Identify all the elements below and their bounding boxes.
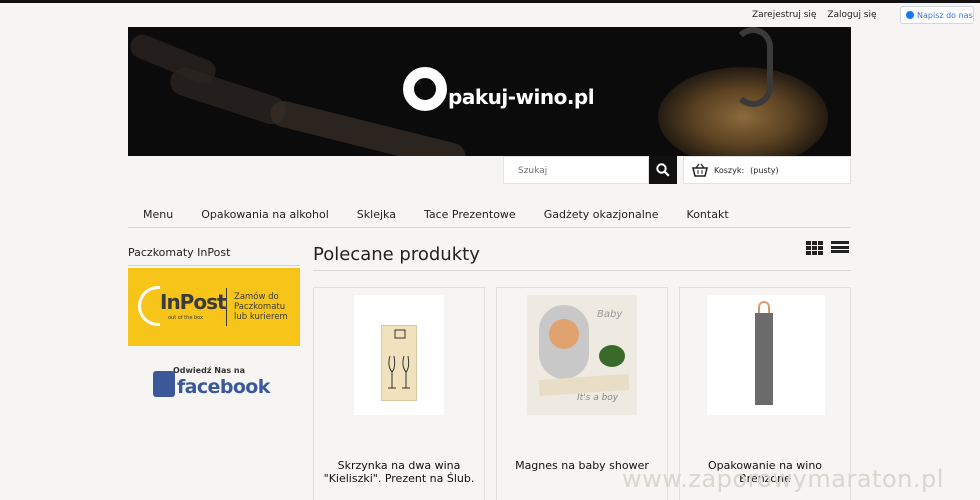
- menu-item-sklejka[interactable]: Sklejka: [343, 208, 410, 227]
- felt-bag-image: [755, 313, 773, 405]
- inpost-brand: InPost: [160, 290, 227, 314]
- facebook-wordmark: facebook: [177, 376, 270, 398]
- baby-face: [549, 319, 579, 349]
- logo-text: pakuj-wino.pl: [448, 85, 595, 109]
- site-logo[interactable]: pakuj-wino.pl: [403, 67, 595, 111]
- inpost-divider: [226, 288, 227, 326]
- top-border: [0, 0, 980, 3]
- inpost-cta-line: Zamów do: [234, 292, 279, 302]
- watermark: www.zaporowymaraton.pl: [622, 465, 944, 493]
- write-to-us-label: Napisz do nas: [917, 10, 973, 20]
- baby-magnet-image: Baby It's a boy: [527, 295, 637, 415]
- search-input[interactable]: [518, 166, 638, 176]
- search-field[interactable]: [503, 156, 649, 184]
- title-divider: [313, 270, 851, 271]
- grid-view-icon[interactable]: [806, 241, 823, 255]
- leaf-decoration: [599, 345, 625, 367]
- messenger-icon: [906, 11, 914, 19]
- inpost-tagline: out of the box: [168, 315, 204, 321]
- sidebar-title: Paczkomaty InPost: [128, 246, 300, 266]
- main-menu: Menu Opakowania na alkohol Sklejka Tace …: [128, 208, 851, 228]
- logo-ring-icon: [403, 67, 447, 111]
- cart-button[interactable]: Koszyk: (pusty): [683, 156, 851, 184]
- inpost-cta-line: lub kurierem: [234, 312, 288, 322]
- menu-item-kontakt[interactable]: Kontakt: [673, 208, 743, 227]
- inpost-cta-line: Paczkomatu: [234, 302, 286, 312]
- menu-item-gadzety[interactable]: Gadżety okazjonalne: [530, 208, 673, 227]
- menu-item-tace[interactable]: Tace Prezentowe: [410, 208, 530, 227]
- facebook-banner[interactable]: Odwiedź Nas na facebook: [153, 366, 274, 398]
- header-banner[interactable]: pakuj-wino.pl: [128, 27, 851, 156]
- product-name[interactable]: Skrzynka na dwa wina "Kieliszki". Prezen…: [320, 459, 478, 485]
- inpost-cta: Zamów do Paczkomatu lub kurierem: [234, 292, 288, 322]
- search-icon: [656, 163, 670, 177]
- inpost-sun-icon: [138, 286, 160, 326]
- product-image[interactable]: [354, 295, 444, 415]
- product-image[interactable]: [707, 295, 825, 415]
- write-to-us-button[interactable]: Napisz do nas: [900, 6, 974, 24]
- menu-item-menu[interactable]: Menu: [128, 208, 187, 227]
- page-title: Polecane produkty: [313, 244, 480, 265]
- cart-label: Koszyk:: [714, 165, 745, 175]
- search-button[interactable]: [649, 156, 677, 184]
- facebook-like-icon: [153, 371, 175, 397]
- basket-icon: [692, 163, 708, 177]
- login-link[interactable]: Zaloguj się: [827, 10, 876, 20]
- list-view-icon[interactable]: [831, 241, 849, 255]
- facebook-visit-text: Odwiedź Nas na: [173, 366, 245, 375]
- product-card[interactable]: Skrzynka na dwa wina "Kieliszki". Prezen…: [313, 287, 485, 500]
- magnet-subtext: It's a boy: [577, 393, 619, 403]
- inpost-banner[interactable]: InPost out of the box Zamów do Paczkomat…: [128, 268, 300, 346]
- wine-crate-image: [381, 325, 417, 401]
- menu-item-opakowania[interactable]: Opakowania na alkohol: [187, 208, 343, 227]
- account-links: Zarejestruj się Zaloguj się: [752, 10, 885, 20]
- magnet-text: Baby: [597, 309, 623, 320]
- cart-status: (pusty): [750, 165, 779, 175]
- register-link[interactable]: Zarejestruj się: [752, 10, 816, 20]
- product-image[interactable]: Baby It's a boy: [527, 295, 637, 415]
- corkscrew-handle: [733, 27, 773, 107]
